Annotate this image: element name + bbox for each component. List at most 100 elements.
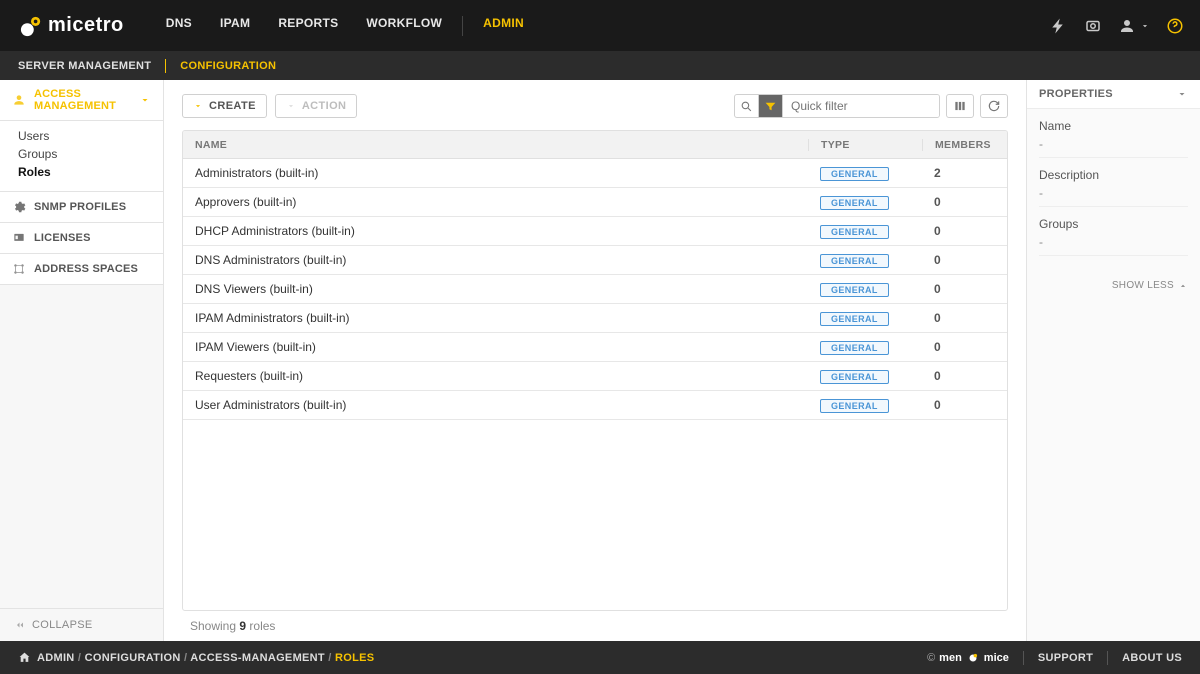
nav-item-dns[interactable]: DNS — [152, 16, 206, 36]
home-icon[interactable] — [18, 651, 31, 664]
create-button[interactable]: CREATE — [182, 94, 267, 118]
footer: ADMIN / CONFIGURATION / ACCESS-MANAGEMEN… — [0, 641, 1200, 674]
table-row[interactable]: Approvers (built-in)GENERAL0 — [183, 188, 1007, 217]
breadcrumb-item[interactable]: ROLES — [335, 652, 374, 664]
type-badge: GENERAL — [820, 370, 889, 384]
table-row[interactable]: IPAM Viewers (built-in)GENERAL0 — [183, 333, 1007, 362]
filter-input[interactable] — [783, 95, 939, 117]
bolt-icon[interactable] — [1050, 17, 1068, 35]
cell-type: GENERAL — [808, 282, 922, 297]
col-type[interactable]: TYPE — [808, 139, 922, 151]
cell-type: GENERAL — [808, 166, 922, 181]
table-row[interactable]: Requesters (built-in) GENERAL 0 — [183, 362, 1007, 391]
collapse-icon — [14, 619, 26, 631]
type-badge: GENERAL — [820, 225, 889, 239]
sidebar-subitem-users[interactable]: Users — [0, 127, 163, 145]
table-row[interactable]: IPAM Administrators (built-in)GENERAL0 — [183, 304, 1007, 333]
type-badge: GENERAL — [820, 312, 889, 326]
about-link[interactable]: ABOUT US — [1122, 652, 1182, 664]
refresh-button[interactable] — [980, 94, 1008, 118]
property-field: Groups- — [1039, 217, 1188, 256]
cell-name: Requesters (built-in) — [183, 369, 808, 383]
cell-members: 0 — [922, 282, 1007, 296]
help-icon[interactable] — [1166, 17, 1184, 35]
logo-mark-icon — [20, 15, 42, 37]
properties-panel: PROPERTIES Name-Description-Groups- SHOW… — [1026, 80, 1200, 641]
sidebar-collapse[interactable]: COLLAPSE — [0, 608, 163, 641]
sidebar-section-address-spaces[interactable]: ADDRESS SPACES — [0, 254, 163, 285]
property-value: - — [1039, 235, 1188, 249]
sidebar-section-licenses[interactable]: LICENSES — [0, 223, 163, 254]
subnav-item[interactable]: SERVER MANAGEMENT — [18, 60, 151, 72]
subnav-item[interactable]: CONFIGURATION — [180, 60, 276, 72]
table-row[interactable]: User Administrators (built-in) GENERAL 0 — [183, 391, 1007, 420]
logo[interactable]: micetro — [20, 14, 124, 37]
type-badge: GENERAL — [820, 399, 889, 413]
screenshot-icon[interactable] — [1084, 17, 1102, 35]
support-link[interactable]: SUPPORT — [1038, 652, 1093, 664]
user-menu[interactable] — [1118, 17, 1150, 35]
col-members[interactable]: MEMBERS — [922, 139, 1007, 151]
breadcrumb-item[interactable]: CONFIGURATION — [85, 652, 181, 664]
cell-members: 0 — [922, 369, 1007, 383]
cell-name: DHCP Administrators (built-in) — [183, 224, 808, 238]
chevron-down-icon — [193, 101, 203, 111]
table-row[interactable]: Administrators (built-in)GENERAL2 — [183, 159, 1007, 188]
table-row[interactable]: DHCP Administrators (built-in) GENERAL 0 — [183, 217, 1007, 246]
sidebar-section-label: ADDRESS SPACES — [34, 263, 138, 275]
sidebar-section-access[interactable]: ACCESS MANAGEMENT — [0, 80, 163, 121]
toolbar-right — [734, 94, 1008, 118]
type-badge: GENERAL — [820, 341, 889, 355]
table-row[interactable]: DNS Viewers (built-in)GENERAL0 — [183, 275, 1007, 304]
sidebar-sublist: UsersGroupsRoles — [0, 121, 163, 192]
separator — [1107, 651, 1108, 665]
sidebar-subitem-roles[interactable]: Roles — [0, 163, 163, 181]
filter-group — [734, 94, 940, 118]
cell-name: IPAM Viewers (built-in) — [183, 340, 808, 354]
nav-item-ipam[interactable]: IPAM — [206, 16, 264, 36]
properties-header[interactable]: PROPERTIES — [1027, 80, 1200, 109]
search-icon[interactable] — [735, 95, 759, 117]
sidebar-subitem-groups[interactable]: Groups — [0, 145, 163, 163]
action-label: ACTION — [302, 100, 347, 112]
cell-type: GENERAL — [808, 369, 922, 384]
sidebar-section-snmp[interactable]: SNMP PROFILES — [0, 192, 163, 223]
cell-name: User Administrators (built-in) — [183, 398, 808, 412]
footer-right: © men mice SUPPORT ABOUT US — [927, 651, 1182, 665]
top-nav: DNSIPAMREPORTSWORKFLOW ADMIN — [152, 16, 538, 36]
property-value: - — [1039, 186, 1188, 200]
toolbar: CREATE ACTION — [182, 94, 1008, 118]
show-less-button[interactable]: SHOW LESS — [1027, 276, 1200, 295]
cell-name: DNS Viewers (built-in) — [183, 282, 808, 296]
collapse-label: COLLAPSE — [32, 619, 92, 631]
columns-button[interactable] — [946, 94, 974, 118]
nav-item-reports[interactable]: REPORTS — [264, 16, 352, 36]
cell-name: Administrators (built-in) — [183, 166, 808, 180]
cell-type: GENERAL — [808, 340, 922, 355]
logo-text: micetro — [48, 14, 124, 37]
nav-item-admin[interactable]: ADMIN — [469, 16, 538, 36]
cell-members: 0 — [922, 224, 1007, 238]
cell-type: GENERAL — [808, 224, 922, 239]
action-button[interactable]: ACTION — [275, 94, 358, 118]
separator — [1023, 651, 1024, 665]
filter-icon[interactable] — [759, 95, 783, 117]
network-icon — [12, 262, 26, 276]
col-name[interactable]: NAME — [183, 139, 808, 151]
table-row[interactable]: DNS Administrators (built-in)GENERAL0 — [183, 246, 1007, 275]
content: CREATE ACTION — [164, 80, 1026, 641]
breadcrumb: ADMIN / CONFIGURATION / ACCESS-MANAGEMEN… — [18, 651, 374, 664]
chevron-down-icon — [286, 101, 296, 111]
gear-icon — [12, 200, 26, 214]
breadcrumb-item[interactable]: ACCESS-MANAGEMENT — [190, 652, 325, 664]
cell-type: GENERAL — [808, 398, 922, 413]
cell-members: 0 — [922, 398, 1007, 412]
nav-item-workflow[interactable]: WORKFLOW — [352, 16, 456, 36]
type-badge: GENERAL — [820, 167, 889, 181]
sidebar-section-label: ACCESS MANAGEMENT — [34, 88, 131, 112]
cell-members: 0 — [922, 253, 1007, 267]
property-field: Description- — [1039, 168, 1188, 207]
create-label: CREATE — [209, 100, 256, 112]
breadcrumb-item[interactable]: ADMIN — [37, 652, 75, 664]
main: ACCESS MANAGEMENT UsersGroupsRoles SNMP … — [0, 80, 1200, 641]
